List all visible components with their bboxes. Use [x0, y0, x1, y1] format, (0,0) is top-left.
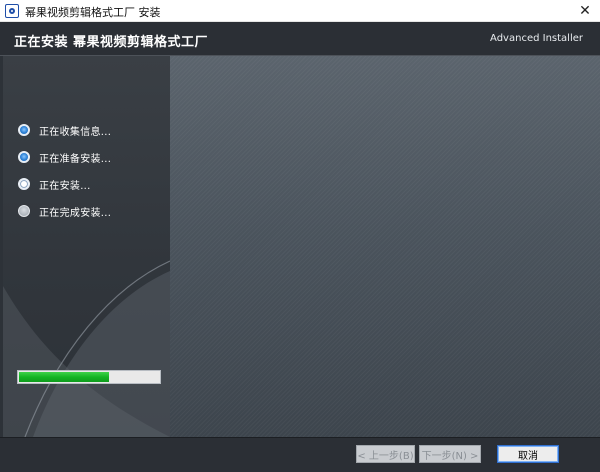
- step-sidebar: 正在收集信息... 正在准备安装... 正在安装... 正在完成安装...: [3, 56, 170, 437]
- step-status-icon: [18, 205, 30, 217]
- install-progress-bar: [17, 370, 161, 384]
- installer-app-icon: [5, 4, 19, 18]
- step-label: 正在准备安装...: [39, 153, 112, 165]
- brand-label: Advanced Installer: [490, 33, 583, 44]
- cancel-button[interactable]: 取消: [497, 445, 559, 463]
- step-label: 正在安装...: [39, 180, 91, 192]
- title-bar: 幂果视频剪辑格式工厂 安装 ✕: [0, 0, 600, 22]
- main-area: 正在收集信息... 正在准备安装... 正在安装... 正在完成安装...: [0, 56, 600, 437]
- step-collect-info: 正在收集信息...: [18, 122, 111, 138]
- back-button[interactable]: < 上一步(B): [356, 445, 415, 463]
- progress-fill: [19, 372, 109, 382]
- footer-bar: < 上一步(B) 下一步(N) > 取消: [0, 437, 600, 472]
- step-status-icon: [18, 178, 30, 190]
- next-button[interactable]: 下一步(N) >: [419, 445, 481, 463]
- header-band: 正在安装 幂果视频剪辑格式工厂 Advanced Installer: [0, 22, 600, 56]
- content-panel: [170, 56, 600, 437]
- step-finishing: 正在完成安装...: [18, 203, 111, 219]
- step-label: 正在收集信息...: [39, 126, 112, 138]
- step-installing: 正在安装...: [18, 176, 91, 192]
- step-label: 正在完成安装...: [39, 207, 112, 219]
- window-title: 幂果视频剪辑格式工厂 安装: [25, 6, 161, 19]
- page-title: 正在安装 幂果视频剪辑格式工厂: [14, 35, 209, 50]
- step-status-icon: [18, 151, 30, 163]
- step-status-icon: [18, 124, 30, 136]
- step-prepare-install: 正在准备安装...: [18, 149, 111, 165]
- close-button[interactable]: ✕: [570, 0, 600, 21]
